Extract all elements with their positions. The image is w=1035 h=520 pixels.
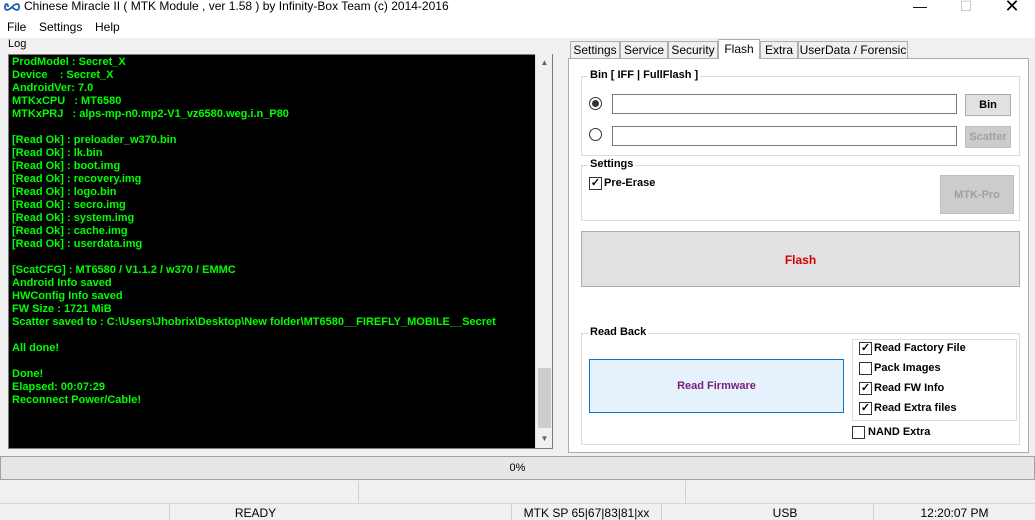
bin-radio[interactable] [589,97,602,110]
log-scrollbar[interactable]: ▲ ▼ [535,54,552,448]
log-line: Elapsed: 00:07:29 [12,381,105,393]
scatter-button[interactable]: Scatter [965,126,1011,148]
read-factory-file-label: Read Factory File [874,342,966,354]
infinity-logo-icon [4,3,20,11]
scatter-radio[interactable] [589,128,602,141]
read-back-title: Read Back [588,326,649,338]
log-console[interactable]: ProdModel : Secret_X Device : Secret_X And… [8,54,553,449]
pre-erase-label: Pre-Erase [604,177,656,189]
status-time: 12:20:07 PM [920,506,989,520]
progress-bar: 0% [0,456,1035,480]
window-title: Chinese Miracle II ( MTK Module , ver 1.… [24,0,449,13]
log-line: [Read Ok] : logo.bin [12,186,117,198]
tab-service[interactable]: Service [620,41,668,59]
maximize-button[interactable]: ☐ [943,0,989,16]
title-bar: Chinese Miracle II ( MTK Module , ver 1.… [0,0,1035,16]
read-factory-file-checkbox[interactable]: ✓ [859,342,872,355]
scroll-up-icon[interactable]: ▲ [536,54,553,71]
log-line: [Read Ok] : cache.img [12,225,128,237]
scroll-down-icon[interactable]: ▼ [536,430,553,447]
tab-flash[interactable]: Flash [718,39,760,59]
log-line: MTKxCPU : MT6580 [12,95,122,107]
log-label: Log [8,38,27,50]
menu-bar: File Settings Help [0,16,1035,38]
status-divider [358,481,359,503]
log-line: ProdModel : Secret_X [12,56,126,68]
log-line: Done! [12,368,44,380]
status-divider [685,481,686,503]
status-bar-upper [0,481,1035,503]
mtk-pro-button[interactable]: MTK-Pro [940,175,1014,214]
log-line: Scatter saved to : C:\Users\Jhobrix\Desk… [12,316,496,328]
status-divider [661,504,662,520]
status-state: READY [234,506,277,520]
tab-security[interactable]: Security [668,41,718,59]
tab-userdata-forensic[interactable]: UserData / Forensic [798,41,908,59]
log-line: FW Size : 1721 MiB [12,303,112,315]
pack-images-label: Pack Images [874,362,941,374]
log-line: [Read Ok] : system.img [12,212,135,224]
log-line: [Read Ok] : boot.img [12,160,121,172]
menu-settings[interactable]: Settings [39,20,82,34]
read-extra-files-checkbox[interactable]: ✓ [859,402,872,415]
log-line: [Read Ok] : secro.img [12,199,126,211]
menu-help[interactable]: Help [95,20,120,34]
minimize-button[interactable]: — [897,0,943,16]
flash-button[interactable]: Flash [581,231,1020,287]
log-line: Device : Secret_X [12,69,114,81]
read-fw-info-checkbox[interactable]: ✓ [859,382,872,395]
status-connection: USB [772,506,798,520]
bin-path-input[interactable] [612,94,957,114]
nand-extra-label: NAND Extra [868,426,931,438]
log-line: [Read Ok] : recovery.img [12,173,142,185]
log-line: Android Info saved [12,277,112,289]
bin-button[interactable]: Bin [965,94,1011,116]
tab-extra[interactable]: Extra [760,41,798,59]
log-line: Reconnect Power/Cable! [12,394,141,406]
log-line: [Read Ok] : preloader_w370.bin [12,134,177,146]
menu-file[interactable]: File [7,20,26,34]
scroll-thumb[interactable] [538,368,551,428]
pack-images-checkbox[interactable] [859,362,872,375]
tab-settings[interactable]: Settings [570,41,620,59]
bin-group-title: Bin [ IFF | FullFlash ] [588,69,701,81]
read-extra-files-label: Read Extra files [874,402,957,414]
settings-group-title: Settings [588,158,636,170]
read-fw-info-label: Read FW Info [874,382,945,394]
close-button[interactable]: ✕ [989,0,1035,16]
log-line: [Read Ok] : lk.bin [12,147,103,159]
log-line: AndroidVer: 7.0 [12,82,94,94]
log-line: HWConfig Info saved [12,290,123,302]
pre-erase-checkbox[interactable]: ✓ [589,177,602,190]
log-line: [ScatCFG] : MT6580 / V1.1.2 / w370 / EMM… [12,264,236,276]
log-line: [Read Ok] : userdata.img [12,238,143,250]
log-line: MTKxPRJ : alps-mp-n0.mp2-V1_vz6580.weg.i… [12,108,289,120]
log-line: All done! [12,342,60,354]
log-text: ProdModel : Secret_X Device : Secret_X And… [12,56,537,407]
status-bar: READY MTK SP 65|67|83|81|xx USB 12:20:07… [0,503,1035,520]
read-firmware-button[interactable]: Read Firmware [589,359,844,413]
scatter-path-input[interactable] [612,126,957,146]
progress-text: 0% [509,462,526,474]
status-device: MTK SP 65|67|83|81|xx [523,506,650,520]
nand-extra-checkbox[interactable] [852,426,865,439]
